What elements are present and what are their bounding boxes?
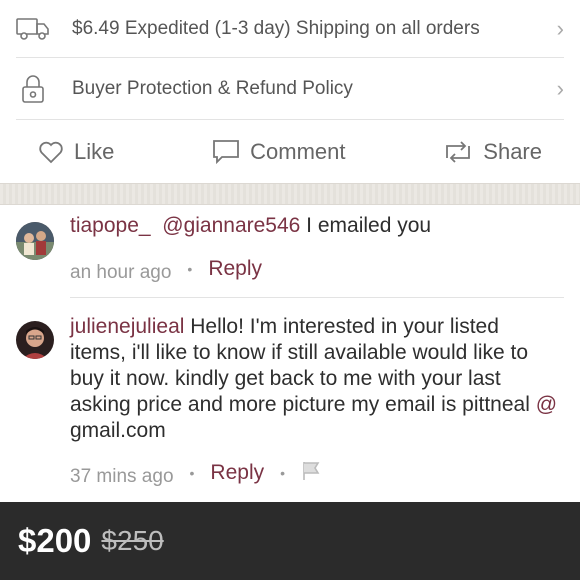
comment-meta: 37 mins ago • Reply • [70, 458, 323, 488]
comment-timestamp: an hour ago [70, 262, 172, 283]
email-at-mention[interactable]: @ [536, 393, 557, 416]
comment-timestamp: 37 mins ago [70, 466, 174, 487]
flag-icon[interactable] [301, 461, 323, 487]
truck-icon [16, 14, 50, 44]
reply-button[interactable]: Reply [210, 461, 264, 485]
heart-icon [38, 140, 64, 164]
chevron-right-icon: › [556, 76, 564, 101]
share-button[interactable]: Share [443, 139, 542, 165]
comment-username[interactable]: tiapope_ [70, 214, 151, 237]
lock-icon [16, 74, 50, 104]
social-actions-bar: Like Comment Share [0, 121, 580, 183]
reply-button[interactable]: Reply [208, 257, 262, 281]
comment-mention[interactable]: @giannare546 [162, 214, 300, 237]
comment-email-domain: gmail.com [70, 419, 166, 442]
separator-dot: • [189, 465, 195, 481]
section-divider [0, 183, 580, 205]
comment-username[interactable]: julienejulieal [70, 315, 184, 338]
shipping-row[interactable]: $6.49 Expedited (1-3 day) Shipping on al… [16, 0, 564, 58]
current-price: $200 [18, 522, 92, 559]
share-label: Share [483, 139, 542, 164]
avatar[interactable] [16, 222, 54, 260]
shipping-label: $6.49 Expedited (1-3 day) Shipping on al… [72, 17, 480, 39]
comment-separator [70, 297, 564, 298]
chevron-right-icon: › [556, 15, 564, 41]
separator-dot: • [187, 261, 193, 277]
comment-label: Comment [250, 139, 346, 164]
buyer-protection-label: Buyer Protection & Refund Policy [72, 78, 353, 99]
buyer-protection-row[interactable]: Buyer Protection & Refund Policy › [16, 59, 564, 120]
comment-text: julienejulieal Hello! I'm interested in … [70, 314, 560, 444]
original-price: $250 [101, 525, 164, 556]
comment-body: I emailed you [300, 214, 432, 237]
price-footer: $200 $250 [0, 502, 580, 580]
share-arrows-icon [443, 140, 473, 164]
avatar[interactable] [16, 321, 54, 359]
comment-meta: an hour ago • Reply [70, 254, 262, 284]
comment-bubble-icon [212, 139, 240, 165]
like-label: Like [74, 139, 115, 164]
comment-button[interactable]: Comment [212, 139, 346, 165]
separator-dot: • [280, 465, 286, 481]
like-button[interactable]: Like [38, 139, 114, 165]
comment-text: tiapope_ @giannare546 I emailed you [70, 213, 560, 239]
